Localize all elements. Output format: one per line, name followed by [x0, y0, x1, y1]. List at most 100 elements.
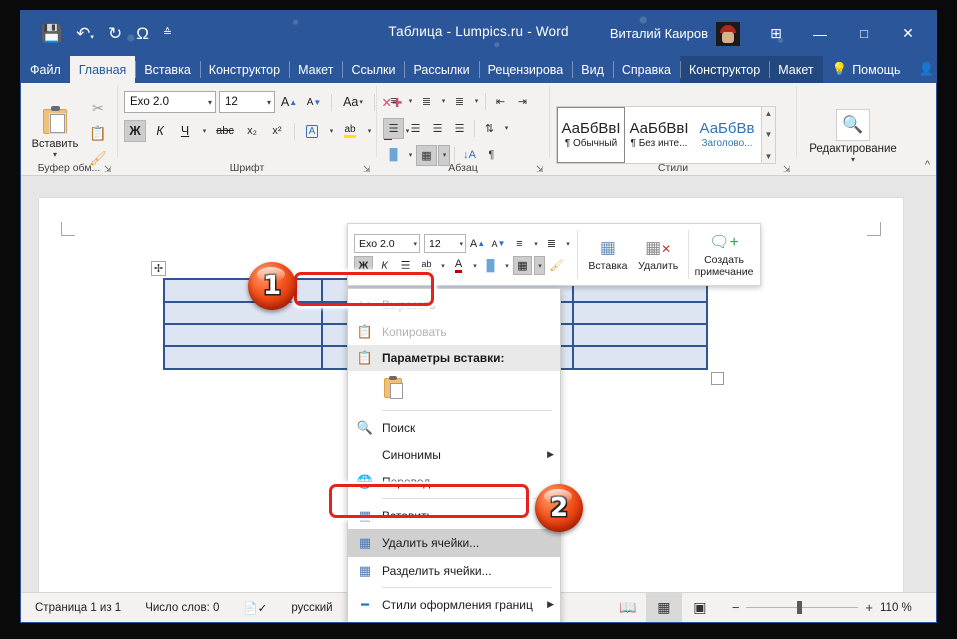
- tab-help[interactable]: Справка: [613, 56, 680, 83]
- mini-highlight-dropdown-icon[interactable]: ▾: [438, 256, 447, 275]
- mini-shading-dropdown-icon[interactable]: ▾: [502, 256, 511, 275]
- read-mode-icon[interactable]: 📖: [610, 593, 646, 623]
- menu-item-synonyms[interactable]: Синонимы ▶: [348, 441, 560, 468]
- paste-dropdown-icon[interactable]: ▾: [53, 152, 57, 158]
- menu-item-search[interactable]: 🔍 Поиск: [348, 414, 560, 441]
- change-case-button[interactable]: Aa▾: [338, 91, 368, 113]
- styles-dialog-launcher[interactable]: ⇲: [783, 164, 792, 173]
- zoom-out-button[interactable]: −: [732, 600, 740, 615]
- word-count[interactable]: Число слов: 0: [145, 602, 219, 614]
- align-center-icon[interactable]: ☰: [405, 118, 426, 139]
- tab-layout[interactable]: Макет: [289, 56, 342, 83]
- zoom-in-button[interactable]: +: [865, 600, 873, 615]
- menu-item-delete-cells[interactable]: ▦ Удалить ячейки...: [348, 529, 560, 557]
- mini-font-color-icon[interactable]: A: [449, 256, 468, 275]
- web-layout-icon[interactable]: ▣: [682, 593, 718, 623]
- style-tile-heading[interactable]: АаБбВв Заголово...: [693, 107, 761, 163]
- mini-format-painter-icon[interactable]: 🖌: [547, 256, 566, 275]
- copy-icon[interactable]: 📋: [87, 124, 109, 143]
- font-name-combo[interactable]: Exo 2.0 ▾: [124, 91, 216, 113]
- mini-font-color-dropdown-icon[interactable]: ▾: [470, 256, 479, 275]
- print-layout-icon[interactable]: ▦: [646, 593, 682, 623]
- tab-file[interactable]: Файл: [21, 56, 70, 83]
- tab-table-layout[interactable]: Макет: [769, 56, 822, 83]
- tab-table-design[interactable]: Конструктор: [680, 56, 769, 83]
- mini-numbering-dropdown-icon[interactable]: ▾: [563, 234, 572, 253]
- bullets-dropdown-icon[interactable]: ▾: [405, 91, 415, 112]
- italic-button[interactable]: К: [149, 120, 171, 142]
- share-button[interactable]: 👤Поделиться: [909, 56, 937, 83]
- grow-font-button[interactable]: A▲: [278, 91, 300, 113]
- strikethrough-button[interactable]: abc: [212, 120, 238, 142]
- bullets-icon[interactable]: ≡: [383, 91, 404, 112]
- mini-bullets-icon[interactable]: ≡: [510, 234, 529, 253]
- table-move-handle[interactable]: ✢: [151, 261, 166, 276]
- menu-item-text-direction[interactable]: ⇉A Направление текста...: [348, 618, 560, 623]
- tab-view[interactable]: Вид: [572, 56, 613, 83]
- underline-dropdown-icon[interactable]: ▾: [199, 120, 209, 142]
- paste-option-keep-source[interactable]: [348, 371, 560, 407]
- mini-numbering-icon[interactable]: ≣: [542, 234, 561, 253]
- tab-home[interactable]: Главная: [70, 56, 136, 83]
- styles-gallery-scroll[interactable]: ▲ ▼ ▼: [761, 107, 775, 163]
- editing-dropdown-icon[interactable]: ▾: [851, 157, 855, 163]
- underline-button[interactable]: Ч: [174, 120, 196, 142]
- line-spacing-dropdown-icon[interactable]: ▾: [501, 118, 511, 139]
- text-effects-dropdown-icon[interactable]: ▾: [326, 120, 336, 142]
- mini-font-name-combo[interactable]: Exo 2.0 ▾: [354, 234, 420, 253]
- tab-mailings[interactable]: Рассылки: [404, 56, 478, 83]
- numbering-icon[interactable]: ≣: [416, 91, 437, 112]
- zoom-slider[interactable]: [746, 607, 858, 608]
- mini-borders-dropdown-icon[interactable]: ▾: [534, 256, 545, 275]
- align-left-icon[interactable]: ☰: [383, 118, 404, 139]
- mini-bullets-dropdown-icon[interactable]: ▾: [531, 234, 540, 253]
- zoom-value[interactable]: 110 %: [880, 602, 916, 614]
- style-tile-no-spacing[interactable]: АаБбВвI ¶ Без инте...: [625, 107, 693, 163]
- mini-shrink-font-icon[interactable]: A▼: [489, 234, 508, 253]
- collapse-ribbon-icon[interactable]: ^: [925, 159, 930, 171]
- align-right-icon[interactable]: ☰: [427, 118, 448, 139]
- zoom-slider-handle[interactable]: [797, 601, 802, 614]
- increase-indent-icon[interactable]: ⇥: [512, 91, 533, 112]
- tab-review[interactable]: Рецензирова: [479, 56, 573, 83]
- paragraph-dialog-launcher[interactable]: ⇲: [536, 164, 545, 173]
- maximize-button[interactable]: □: [842, 11, 886, 56]
- scroll-up-icon[interactable]: ▲: [765, 109, 773, 118]
- shrink-font-button[interactable]: A▼: [303, 91, 325, 113]
- tell-me-search[interactable]: 💡Помощь: [823, 56, 910, 83]
- text-effects-button[interactable]: A: [301, 120, 323, 142]
- language-indicator[interactable]: русский: [291, 602, 332, 614]
- mini-grow-font-icon[interactable]: A▲: [468, 234, 487, 253]
- subscript-button[interactable]: x₂: [241, 120, 263, 142]
- multilevel-list-icon[interactable]: ≣: [449, 91, 470, 112]
- minimize-button[interactable]: —: [798, 11, 842, 56]
- proofing-icon[interactable]: 📄✓: [243, 601, 267, 615]
- tab-design[interactable]: Конструктор: [200, 56, 289, 83]
- highlight-dropdown-icon[interactable]: ▾: [364, 120, 374, 142]
- mini-insert-cells-button[interactable]: ▦ Вставка: [583, 228, 633, 281]
- superscript-button[interactable]: x²: [266, 120, 288, 142]
- mini-new-comment-button[interactable]: 🗨+ Создать примечание: [694, 228, 754, 281]
- font-size-combo[interactable]: 12 ▾: [219, 91, 275, 113]
- menu-item-copy[interactable]: 📋 Копировать: [348, 318, 560, 345]
- zoom-control[interactable]: − + 110 %: [718, 600, 924, 615]
- more-styles-icon[interactable]: ▼: [765, 152, 773, 161]
- font-dialog-launcher[interactable]: ⇲: [363, 164, 372, 173]
- text-highlight-button[interactable]: ab: [339, 120, 361, 142]
- multilevel-dropdown-icon[interactable]: ▾: [471, 91, 481, 112]
- editing-button[interactable]: 🔍 Редактирование ▾: [805, 105, 901, 163]
- style-tile-normal[interactable]: АаБбВвI ¶ Обычный: [557, 107, 625, 163]
- avatar[interactable]: [716, 22, 740, 46]
- mini-font-size-combo[interactable]: 12 ▾: [424, 234, 466, 253]
- numbering-dropdown-icon[interactable]: ▾: [438, 91, 448, 112]
- justify-icon[interactable]: ☰: [449, 118, 470, 139]
- ribbon-display-options-icon[interactable]: ⊞: [754, 11, 798, 56]
- tab-insert[interactable]: Вставка: [135, 56, 199, 83]
- account-name[interactable]: Виталий Каиров: [610, 26, 708, 41]
- cut-icon[interactable]: ✂: [87, 99, 109, 118]
- table-resize-handle[interactable]: [711, 372, 724, 385]
- decrease-indent-icon[interactable]: ⇤: [490, 91, 511, 112]
- clipboard-dialog-launcher[interactable]: ⇲: [104, 164, 113, 173]
- mini-shading-icon[interactable]: █: [481, 256, 500, 275]
- paste-button[interactable]: Вставить ▾: [27, 106, 83, 158]
